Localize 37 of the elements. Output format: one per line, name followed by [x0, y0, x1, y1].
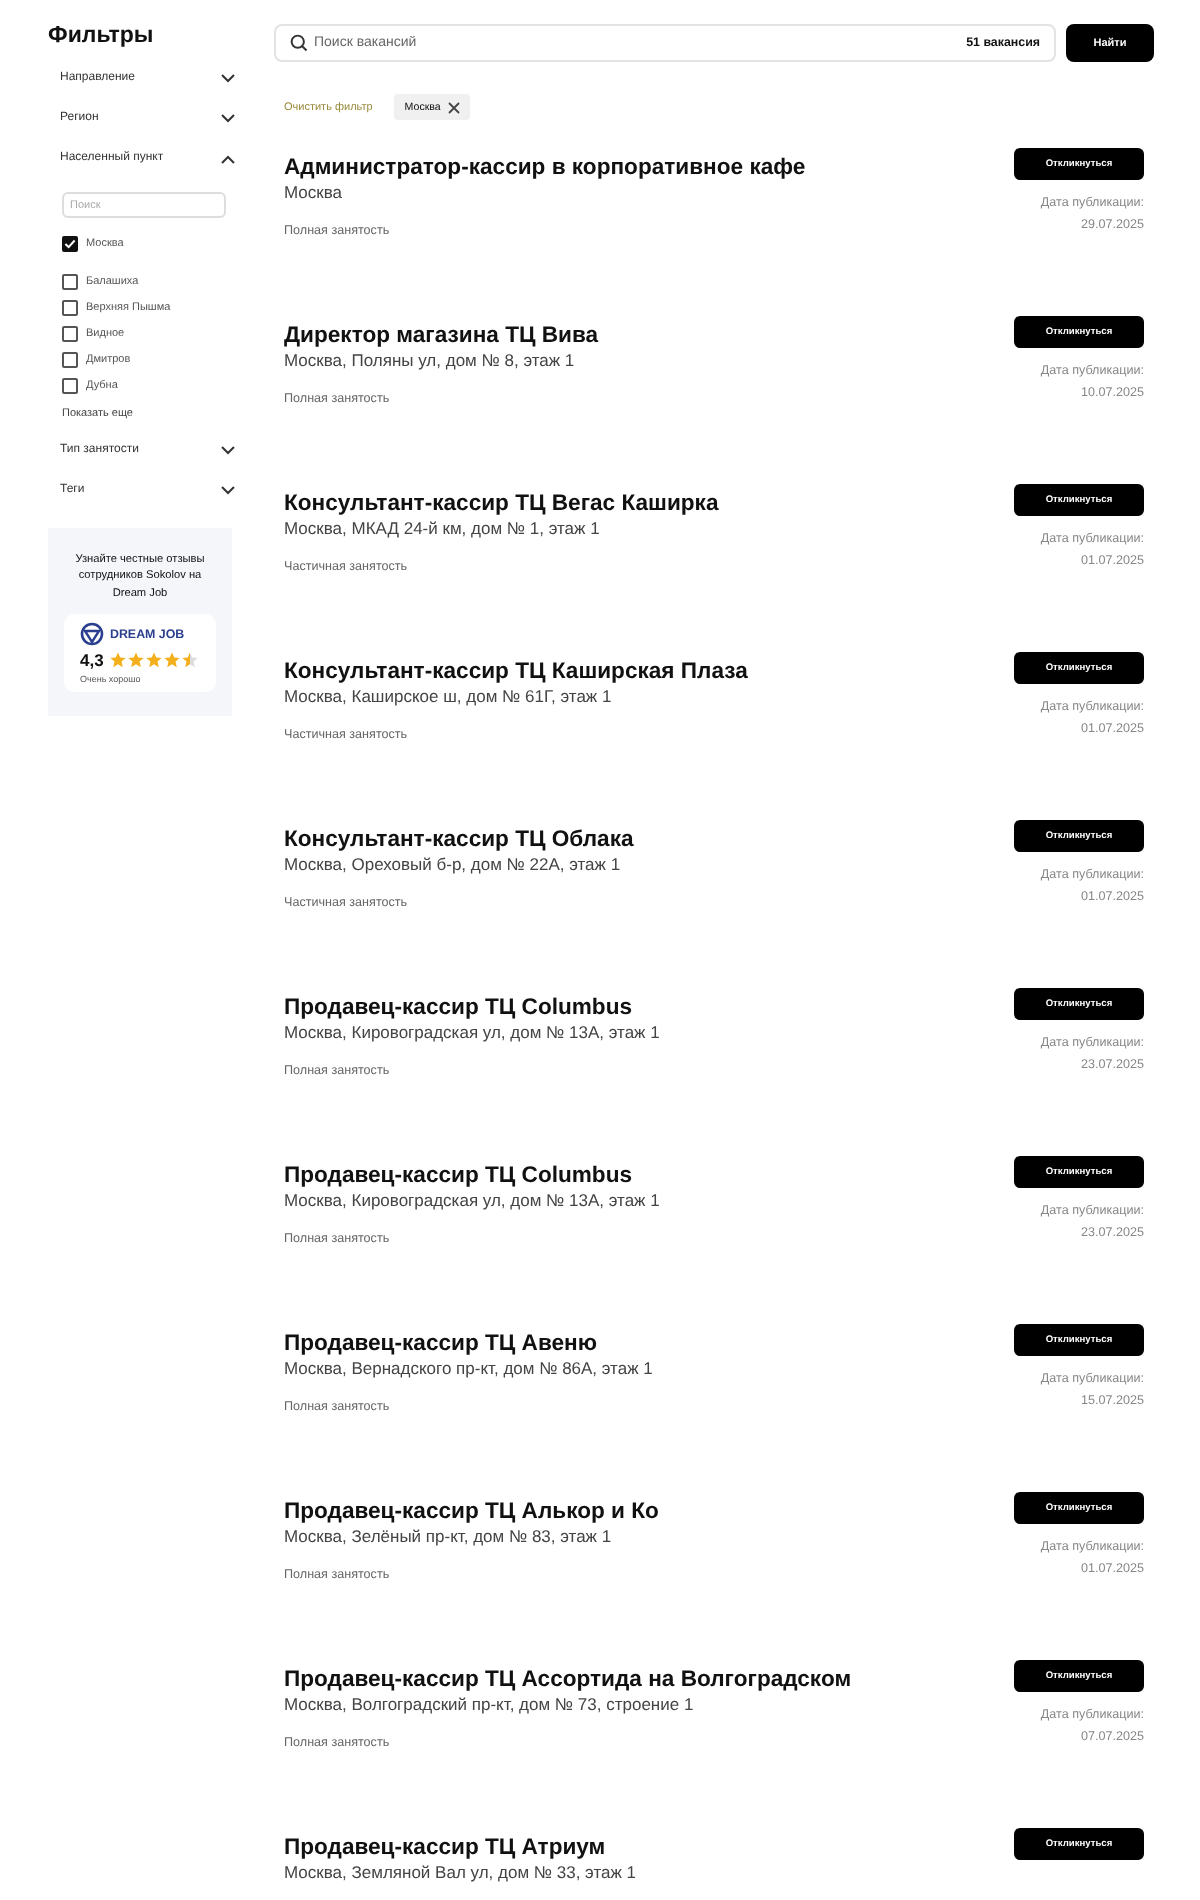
checkbox[interactable] [62, 299, 78, 315]
vacancy-title[interactable]: Консультант-кассир ТЦ Облака [284, 828, 634, 852]
vacancy-address: Москва, Поляны ул, дом № 8, этаж 1 [284, 350, 577, 370]
sidebar-title: Фильтры [48, 24, 156, 48]
vacancy-address: Москва, Кировоградская ул, дом № 13А, этаж 1 [284, 1022, 660, 1042]
checkbox[interactable] [62, 377, 78, 393]
close-icon [448, 101, 461, 113]
vacancy-title[interactable]: Консультант-кассир ТЦ Каширская Плаза [284, 660, 748, 684]
star-icon [109, 652, 126, 669]
checkbox[interactable] [62, 325, 78, 341]
star-icon [163, 652, 180, 669]
vacancy-address: Москва [284, 182, 345, 202]
checkbox[interactable] [62, 273, 78, 289]
search-icon [290, 34, 308, 52]
vacancy-title[interactable]: Продавец-кассир ТЦ Алькор и Ко [284, 1500, 659, 1524]
star-icon [181, 652, 198, 669]
vacancy-title[interactable]: Продавец-кассир ТЦ Columbus [284, 1164, 660, 1188]
vacancy-title[interactable]: Продавец-кассир ТЦ Авеню [284, 1332, 653, 1356]
vacancy-address: Москва, Земляной Вал ул, дом № 33, этаж 1 [284, 1862, 637, 1882]
vacancy-title[interactable]: Продавец-кассир ТЦ Атриум [284, 1836, 637, 1860]
vacancy-title[interactable]: Продавец-кассир ТЦ Columbus [284, 996, 660, 1020]
star-icon [127, 652, 144, 669]
vacancy-title[interactable]: Директор магазина ТЦ Вива [284, 324, 599, 348]
vacancy-title[interactable]: Консультант-кассир ТЦ Вегас Каширка [284, 492, 719, 516]
vacancy-address: Москва, Ореховый б-р, дом № 22А, этаж 1 [284, 854, 623, 874]
vacancy-title[interactable]: Продавец-кассир ТЦ Ассортида на Волгоградском [284, 1668, 852, 1692]
vacancy-address: Москва, Вернадского пр-кт, дом № 86А, этаж 1 [284, 1358, 653, 1378]
vacancy-address: Москва, Зелёный пр-кт, дом № 83, этаж 1 [284, 1526, 614, 1546]
vacancy-address: Москва, Кировоградская ул, дом № 13А, этаж 1 [284, 1190, 660, 1210]
vacancy-address: Москва, МКАД 24-й км, дом № 1, этаж 1 [284, 518, 602, 538]
vacancy-title[interactable]: Администратор-кассир в корпоративное кафе [284, 156, 806, 180]
vacancy-address: Москва, Волгоградский пр-кт, дом № 73, строение 1 [284, 1694, 696, 1714]
vacancy-address: Москва, Каширское ш, дом № 61Г, этаж 1 [284, 686, 614, 706]
checkbox[interactable] [62, 351, 78, 367]
star-icon [145, 652, 162, 669]
checkbox[interactable] [62, 235, 78, 251]
rating-value: 4,3 [80, 650, 104, 671]
